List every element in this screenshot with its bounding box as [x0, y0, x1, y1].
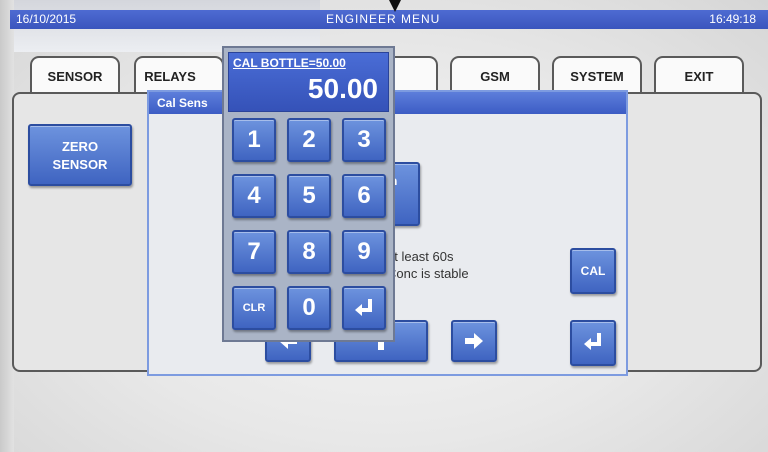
key-clear[interactable]: CLR: [232, 286, 276, 330]
key-7[interactable]: 7: [232, 230, 276, 274]
cal-bottle-label: CAL BOTTLE=50.00: [233, 56, 346, 70]
key-1[interactable]: 1: [232, 118, 276, 162]
enter-icon: [355, 299, 372, 316]
key-6[interactable]: 6: [342, 174, 386, 218]
cal-button[interactable]: CAL: [570, 248, 616, 294]
instruction-line-2: Conc is stable: [387, 266, 469, 281]
zero-sensor-button[interactable]: ZERO SENSOR: [28, 124, 132, 186]
time-label: 16:49:18: [709, 12, 756, 26]
enter-button[interactable]: [570, 320, 616, 366]
menu-title: ENGINEER MENU: [326, 12, 441, 26]
enter-icon: [584, 333, 601, 350]
tab-relays[interactable]: RELAYS: [134, 56, 224, 92]
right-arrow-icon: [465, 333, 483, 349]
key-2[interactable]: 2: [287, 118, 331, 162]
right-arrow-button[interactable]: [451, 320, 497, 362]
tab-sensor[interactable]: SENSOR: [30, 56, 120, 92]
tab-gsm[interactable]: GSM: [450, 56, 540, 92]
title-bar: 16/10/2015 ENGINEER MENU 16:49:18: [10, 10, 768, 29]
date-label: 16/10/2015: [16, 12, 77, 26]
key-9[interactable]: 9: [342, 230, 386, 274]
tab-exit[interactable]: EXIT: [654, 56, 744, 92]
key-0[interactable]: 0: [287, 286, 331, 330]
instruction-line-1: at least 60s: [387, 249, 454, 264]
keypad-display: CAL BOTTLE=50.00 50.00: [228, 52, 389, 112]
key-5[interactable]: 5: [287, 174, 331, 218]
dialog-title: Cal Sens: [157, 96, 208, 110]
numeric-keypad: CAL BOTTLE=50.00 50.00 1 2 3 4 5 6 7 8 9…: [222, 46, 395, 342]
key-enter[interactable]: [342, 286, 386, 330]
pointer-arrow-icon: [389, 0, 401, 12]
key-4[interactable]: 4: [232, 174, 276, 218]
keypad-value: 50.00: [307, 73, 378, 104]
key-8[interactable]: 8: [287, 230, 331, 274]
tab-system[interactable]: SYSTEM: [552, 56, 642, 92]
key-3[interactable]: 3: [342, 118, 386, 162]
